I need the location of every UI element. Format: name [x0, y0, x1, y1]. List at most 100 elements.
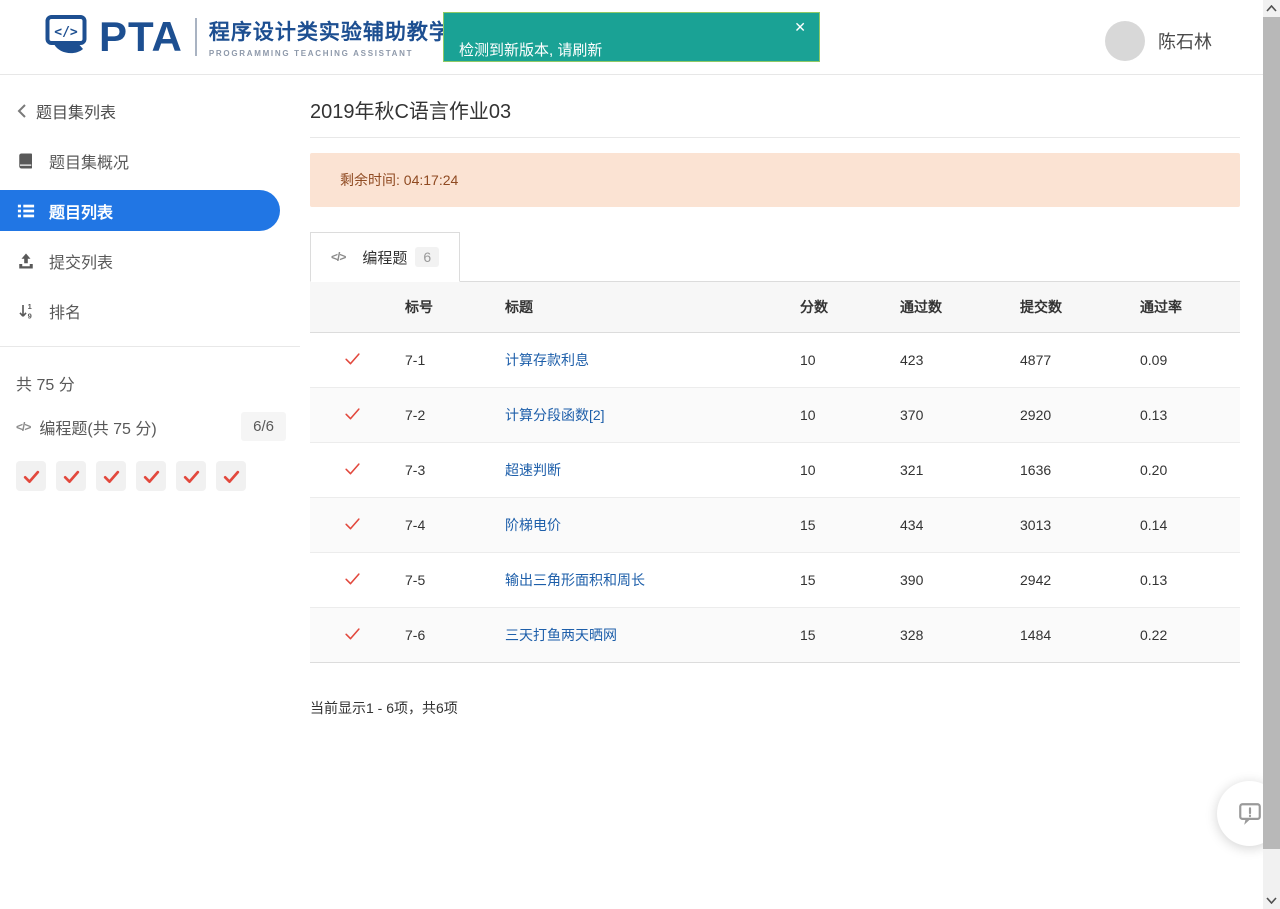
- check-icon: [345, 407, 360, 419]
- problem-score: 15: [800, 552, 900, 608]
- solved-check-icon: [343, 517, 362, 536]
- problem-id: 7-1: [395, 332, 505, 388]
- vertical-scrollbar[interactable]: [1263, 0, 1280, 909]
- solved-check-icon: [343, 352, 362, 371]
- sidebar-item-ranking[interactable]: 1 9 排名: [0, 290, 300, 331]
- list-icon: [16, 201, 36, 221]
- problem-link[interactable]: 计算存款利息: [505, 352, 589, 368]
- solved-check-icon: [343, 627, 362, 646]
- column-header-status: [310, 282, 395, 333]
- avatar[interactable]: [1105, 21, 1145, 61]
- problem-passed: 321: [900, 442, 1020, 498]
- scrollbar-thumb[interactable]: [1263, 17, 1280, 849]
- scroll-up-button[interactable]: [1263, 0, 1280, 17]
- solved-problem-check[interactable]: [136, 461, 166, 491]
- problem-score: 10: [800, 332, 900, 388]
- check-icon: [345, 462, 360, 474]
- toast-message: 检测到新版本, 请刷新: [459, 42, 603, 59]
- problem-link[interactable]: 三天打鱼两天晒网: [505, 627, 617, 643]
- sidebar-item-overview[interactable]: 题目集概况: [0, 140, 300, 181]
- tab-label: 编程题: [362, 249, 408, 267]
- problem-submitted: 2942: [1020, 552, 1140, 608]
- table-header-row: 标号 标题 分数 通过数 提交数 通过率: [310, 282, 1240, 333]
- problem-id: 7-6: [395, 607, 505, 663]
- problem-passed: 434: [900, 497, 1020, 553]
- logo-subtitle-en: PROGRAMMING TEACHING ASSISTANT: [208, 49, 414, 58]
- sidebar-solved-checks: [16, 461, 300, 491]
- problem-rate: 0.22: [1140, 607, 1240, 663]
- back-to-problem-sets[interactable]: 题目集列表: [16, 99, 300, 123]
- sidebar-item-label: 题目列表: [49, 204, 114, 222]
- check-icon: [23, 470, 39, 483]
- app-header: </> PTA 程序设计类实验辅助教学平 PROGRAMMING TEACHIN…: [0, 0, 1280, 75]
- problem-table: 标号 标题 分数 通过数 提交数 通过率 7-1 计算存款利息 10 423 4877 0…: [310, 282, 1240, 663]
- main-content: 2019年秋C语言作业03 剩余时间: 04:17:24 </> 编程题 6 标…: [310, 75, 1240, 718]
- upload-icon: [16, 251, 36, 271]
- check-icon: [143, 470, 159, 483]
- sidebar-nav: 题目集概况 题目列表 提交列表 1 9 排名: [0, 140, 300, 331]
- user-menu[interactable]: 陈石林: [1105, 21, 1212, 61]
- problem-rate: 0.20: [1140, 442, 1240, 498]
- table-row: 7-5 输出三角形面积和周长 15 390 2942 0.13: [310, 552, 1240, 608]
- page-title: 2019年秋C语言作业03: [310, 101, 512, 123]
- problem-id: 7-5: [395, 552, 505, 608]
- title-divider: [310, 137, 1240, 138]
- sidebar-item-label: 题目集概况: [49, 154, 130, 172]
- problem-passed: 423: [900, 332, 1020, 388]
- problem-submitted: 2920: [1020, 387, 1140, 443]
- close-icon[interactable]: ✕: [794, 20, 806, 34]
- table-row: 7-4 阶梯电价 15 434 3013 0.14: [310, 497, 1240, 553]
- solved-check-icon: [343, 572, 362, 591]
- sidebar-item-problem-list[interactable]: 题目列表: [0, 190, 280, 231]
- tab-programming[interactable]: </> 编程题 6: [310, 232, 461, 282]
- solved-problem-check[interactable]: [16, 461, 46, 491]
- solved-problem-check[interactable]: [216, 461, 246, 491]
- sidebar-item-submissions[interactable]: 提交列表: [0, 240, 300, 281]
- scroll-down-button[interactable]: [1263, 892, 1280, 909]
- time-remaining-alert: 剩余时间: 04:17:24: [310, 153, 1240, 207]
- check-icon: [345, 352, 360, 364]
- svg-text:9: 9: [28, 311, 32, 320]
- check-icon: [63, 470, 79, 483]
- check-icon: [223, 470, 239, 483]
- svg-text:</>: </>: [54, 25, 78, 40]
- problem-link[interactable]: 输出三角形面积和周长: [505, 572, 645, 588]
- solved-problem-check[interactable]: [176, 461, 206, 491]
- pagination-note: 当前显示1 - 6项，共6项: [310, 699, 458, 716]
- table-row: 7-2 计算分段函数[2] 10 370 2920 0.13: [310, 387, 1240, 443]
- problem-submitted: 1484: [1020, 607, 1140, 663]
- problem-submitted: 1636: [1020, 442, 1140, 498]
- sidebar-item-label: 提交列表: [49, 254, 114, 272]
- page: </> PTA 程序设计类实验辅助教学平 PROGRAMMING TEACHIN…: [0, 0, 1280, 909]
- problem-link[interactable]: 超速判断: [505, 462, 561, 478]
- problem-id: 7-3: [395, 442, 505, 498]
- table-row: 7-1 计算存款利息 10 423 4877 0.09: [310, 332, 1240, 388]
- code-icon: </>: [331, 250, 346, 264]
- solved-problem-check[interactable]: [56, 461, 86, 491]
- table-row: 7-3 超速判断 10 321 1636 0.20: [310, 442, 1240, 498]
- problem-submitted: 4877: [1020, 332, 1140, 388]
- problem-rate: 0.13: [1140, 387, 1240, 443]
- check-icon: [345, 572, 360, 584]
- check-icon: [103, 470, 119, 483]
- tab-bar: </> 编程题 6: [310, 232, 1240, 282]
- total-score-label: 共 75 分: [16, 377, 75, 394]
- sort-numeric-icon: 1 9: [16, 301, 36, 321]
- column-header-title: 标题: [505, 282, 800, 333]
- pta-logo[interactable]: </> PTA 程序设计类实验辅助教学平 PROGRAMMING TEACHIN…: [45, 14, 473, 60]
- logo-subtitle-cn: 程序设计类实验辅助教学平: [208, 21, 473, 44]
- section-label: 编程题(共 75 分): [39, 420, 157, 438]
- progress-badge: 6/6: [241, 412, 286, 441]
- problem-link[interactable]: 阶梯电价: [505, 517, 561, 533]
- tab-count-badge: 6: [415, 247, 440, 267]
- problem-id: 7-2: [395, 387, 505, 443]
- column-header-passed: 通过数: [900, 282, 1020, 333]
- problem-rate: 0.14: [1140, 497, 1240, 553]
- section-progress-row: </> 编程题(共 75 分) 6/6: [16, 412, 286, 441]
- column-header-id: 标号: [395, 282, 505, 333]
- book-icon: [16, 151, 36, 171]
- username: 陈石林: [1158, 32, 1212, 52]
- solved-problem-check[interactable]: [96, 461, 126, 491]
- problem-rate: 0.09: [1140, 332, 1240, 388]
- problem-link[interactable]: 计算分段函数[2]: [505, 407, 605, 423]
